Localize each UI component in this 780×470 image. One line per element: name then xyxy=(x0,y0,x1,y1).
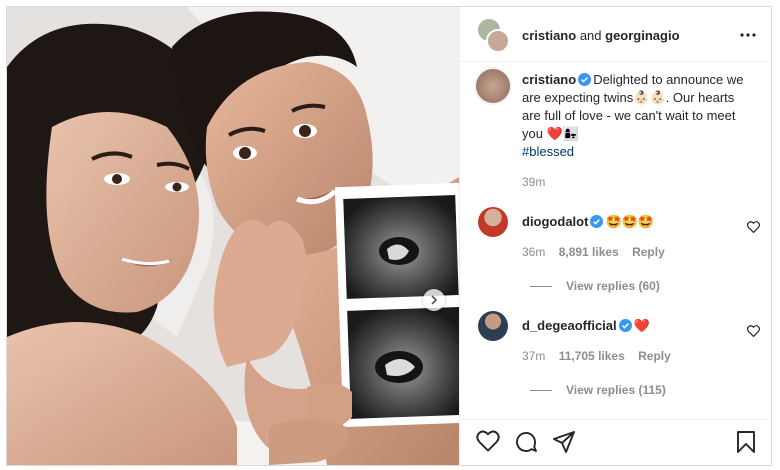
bookmark-icon[interactable] xyxy=(736,430,756,454)
verified-icon xyxy=(590,215,604,228)
reply-button[interactable]: Reply xyxy=(638,349,671,363)
comment-time[interactable]: 36m xyxy=(522,245,545,259)
heart-icon[interactable] xyxy=(747,325,760,337)
view-replies-button[interactable]: View replies (60) xyxy=(566,279,660,293)
comment-time[interactable]: 37m xyxy=(522,349,545,363)
verified-icon xyxy=(618,319,632,332)
comment-text: ❤️ xyxy=(633,318,650,333)
post-sidebar: cristiano and georginagio cristiano Delig… xyxy=(459,7,771,465)
next-photo-button[interactable] xyxy=(423,289,445,311)
header-joiner: and xyxy=(579,28,602,43)
caption-text-3: are full of love - we can't wait to meet xyxy=(522,108,736,123)
action-bar xyxy=(460,419,771,465)
comment-username[interactable]: d_degeaofficial xyxy=(522,318,617,333)
avatar[interactable] xyxy=(478,311,508,341)
comment-likes[interactable]: 11,705 likes xyxy=(559,349,625,363)
post-header: cristiano and georginagio xyxy=(460,7,771,62)
more-horizontal-icon[interactable] xyxy=(740,33,756,37)
caption-text-4: you ❤️👩‍👧 xyxy=(522,126,579,141)
reply-button[interactable]: Reply xyxy=(632,245,665,259)
hashtag-link[interactable]: #blessed xyxy=(522,143,764,161)
comment-icon[interactable] xyxy=(514,430,538,454)
heart-icon[interactable] xyxy=(476,430,500,452)
caption-text-2: are expecting twins👶🏻👶🏻. Our hearts xyxy=(522,90,735,105)
avatar[interactable] xyxy=(474,67,512,105)
comment-text: 🤩🤩🤩 xyxy=(605,214,654,229)
header-username-cristiano[interactable]: cristiano xyxy=(522,28,576,43)
chevron-right-icon xyxy=(431,295,438,305)
caption-time[interactable]: 39m xyxy=(522,175,545,189)
post-photo[interactable] xyxy=(7,7,459,465)
verified-icon xyxy=(578,73,592,86)
view-replies-button[interactable]: View replies (115) xyxy=(566,383,666,397)
divider xyxy=(530,286,552,288)
caption-text-1: Delighted to announce we xyxy=(593,72,744,87)
heart-icon[interactable] xyxy=(747,221,760,233)
comment-username[interactable]: diogodalot xyxy=(522,214,588,229)
caption-username[interactable]: cristiano xyxy=(522,72,576,87)
couple-ultrasound-photo xyxy=(7,7,459,465)
share-icon[interactable] xyxy=(552,430,576,454)
avatar[interactable] xyxy=(486,29,510,53)
divider xyxy=(530,390,552,392)
instagram-post: cristiano and georginagio cristiano Delig… xyxy=(6,6,772,466)
comment-likes[interactable]: 8,891 likes xyxy=(559,245,619,259)
header-username-georginagio[interactable]: georginagio xyxy=(605,28,679,43)
avatar[interactable] xyxy=(478,207,508,237)
